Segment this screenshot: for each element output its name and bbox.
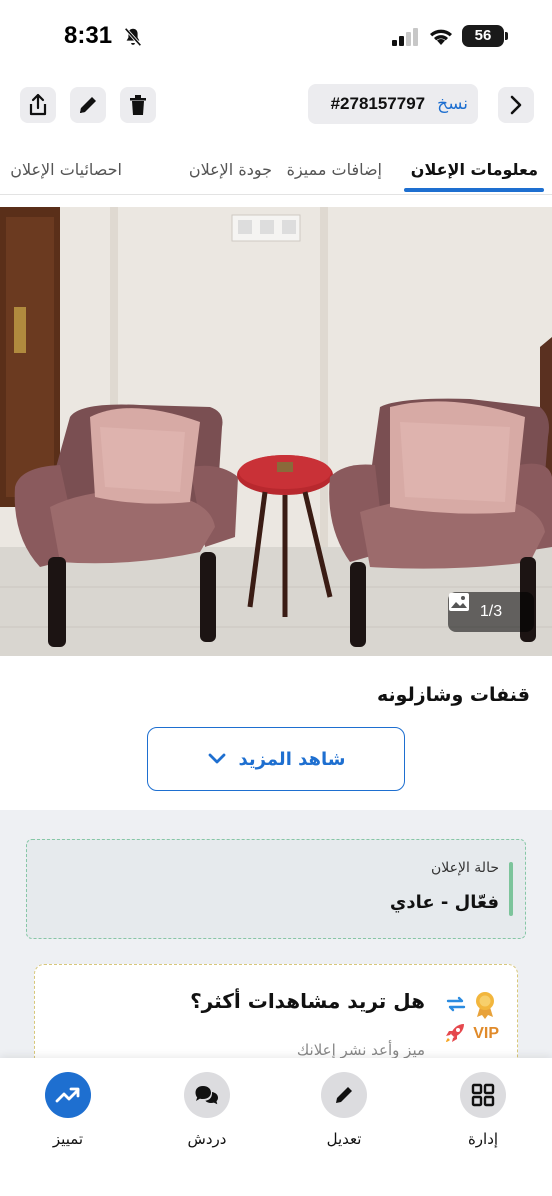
status-label: حالة الإعلان — [430, 860, 499, 876]
back-button[interactable] — [498, 87, 534, 123]
tab-ad-info[interactable]: معلومات الإعلان — [411, 160, 538, 179]
nav-item-chat[interactable]: دردش — [157, 1072, 257, 1148]
battery-indicator: 56 — [462, 25, 508, 47]
nav-circle — [184, 1072, 230, 1118]
furniture-photo — [0, 207, 552, 656]
status-time: 8:31 — [64, 22, 113, 49]
chat-icon — [195, 1086, 218, 1105]
nav-item-manage[interactable]: إدارة — [433, 1072, 533, 1148]
tabs: معلومات الإعلان إضافات مميزة جودة الإعلا… — [0, 150, 552, 194]
rocket-icon — [446, 1024, 464, 1042]
ad-id: #278157797 — [330, 94, 426, 113]
share-icon — [29, 93, 47, 116]
promo-subtitle: ميز وأعد نشر إعلانك — [296, 1041, 425, 1059]
photo-counter-text: 1/3 — [479, 603, 503, 620]
tab-ad-quality[interactable]: جودة الإعلان — [189, 160, 272, 179]
status-value: فعّال - عادي — [389, 892, 499, 913]
bottom-nav: إدارة تعديل دردش تمييز — [0, 1058, 552, 1196]
chevron-down-icon — [208, 753, 225, 764]
wifi-icon — [430, 29, 452, 45]
nav-label: تعديل — [326, 1130, 362, 1148]
status-bar: 8:31 56 — [0, 0, 552, 70]
see-more-button[interactable]: شاهد المزيد — [147, 727, 405, 791]
see-more-label: شاهد المزيد — [238, 748, 346, 770]
nav-circle — [45, 1072, 91, 1118]
grid-icon — [471, 1083, 495, 1107]
bell-off-icon — [124, 27, 142, 47]
pencil-icon — [80, 97, 96, 113]
nav-label: دردش — [187, 1130, 227, 1148]
vip-badge: VIP — [473, 1025, 499, 1042]
header: نسخ #278157797 — [0, 84, 552, 126]
promo-title: هل تريد مشاهدات أكثر؟ — [190, 989, 425, 1013]
tab-ad-stats[interactable]: احصائيات الإعلان — [10, 160, 122, 179]
copy-label[interactable]: نسخ — [437, 94, 468, 114]
nav-item-edit[interactable]: تعديل — [294, 1072, 394, 1148]
active-tab-indicator — [404, 188, 544, 192]
ad-status-card: حالة الإعلان فعّال - عادي — [26, 839, 526, 939]
medal-icon — [476, 992, 494, 1019]
signal-icon — [392, 28, 418, 46]
repeat-icon — [446, 996, 466, 1012]
nav-label: تمييز — [52, 1130, 84, 1148]
share-button[interactable] — [20, 87, 56, 123]
trash-icon — [130, 95, 146, 115]
chevron-right-icon — [510, 95, 522, 115]
photo-counter[interactable]: 1/3 — [448, 592, 534, 632]
edit-button[interactable] — [70, 87, 106, 123]
image-icon — [449, 593, 469, 611]
nav-circle — [321, 1072, 367, 1118]
pencil-icon — [336, 1087, 352, 1103]
trending-up-icon — [55, 1087, 80, 1103]
ad-photo[interactable]: 1/3 — [0, 207, 552, 656]
status-accent-bar — [509, 862, 513, 916]
ad-id-copy[interactable]: نسخ #278157797 — [308, 84, 478, 124]
nav-label: إدارة — [467, 1130, 499, 1148]
divider — [0, 194, 552, 195]
tab-featured-addons[interactable]: إضافات مميزة — [287, 160, 382, 179]
nav-circle — [460, 1072, 506, 1118]
nav-item-feature[interactable]: تمييز — [18, 1072, 118, 1148]
ad-title: قنفات وشازلونه — [377, 684, 530, 706]
delete-button[interactable] — [120, 87, 156, 123]
